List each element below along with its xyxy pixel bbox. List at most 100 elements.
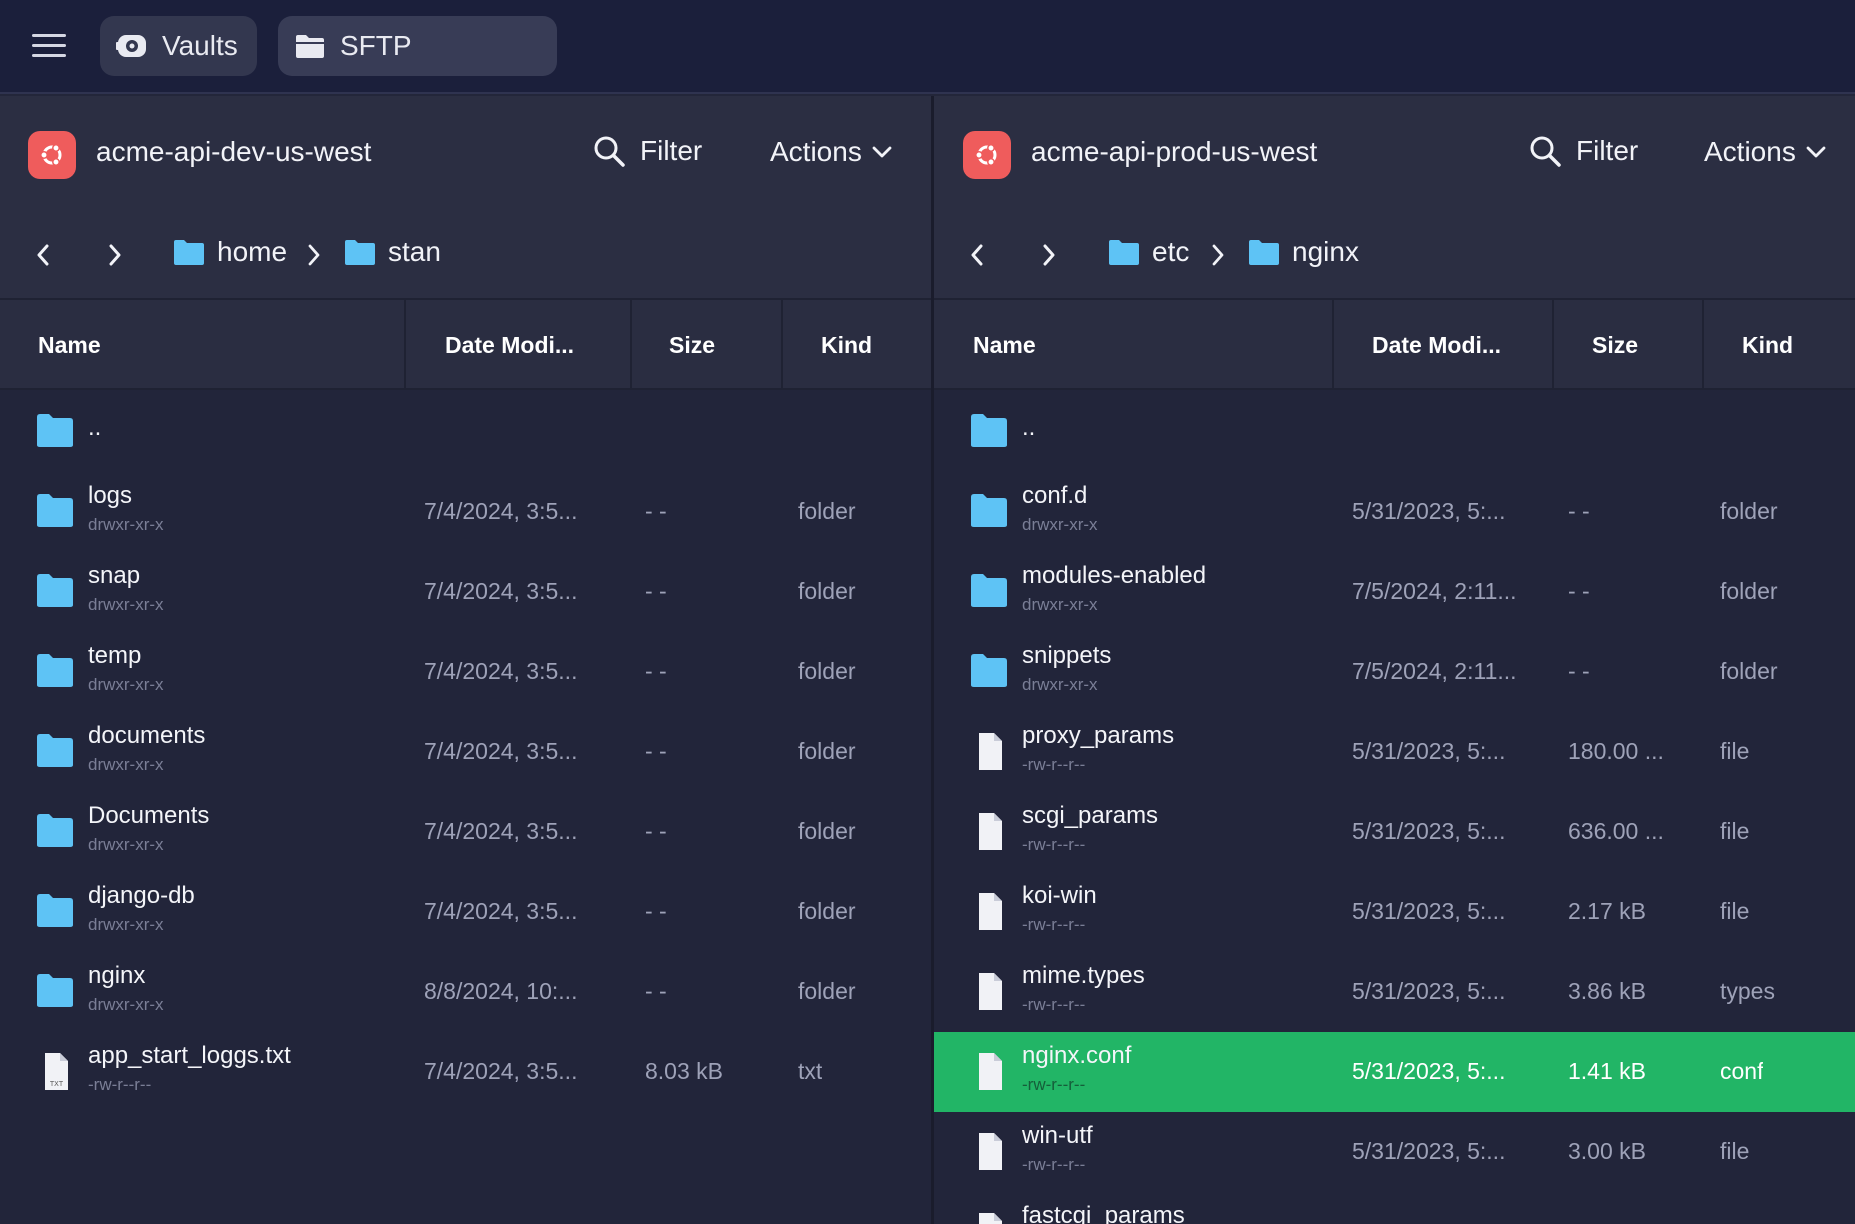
file-size: - - [645,738,667,764]
file-name: Documents [88,802,210,829]
tab-vaults[interactable]: Vaults [100,16,257,76]
column-resizer[interactable] [1552,300,1554,390]
date-modified: 5/31/2023, 5:... [1352,738,1506,764]
tab-sftp-label: SFTP [340,30,412,61]
ubuntu-icon [28,131,76,179]
svg-text:TXT: TXT [50,1081,64,1088]
parent-directory-row[interactable]: .. [0,392,931,472]
parent-directory-row[interactable]: .. [934,392,1855,472]
breadcrumb-nginx[interactable]: nginx [1248,236,1359,268]
column-resizer[interactable] [781,300,783,390]
table-row[interactable]: logs drwxr-xr-x 7/4/2024, 3:5... - - folder [0,472,931,552]
forward-button[interactable] [100,240,130,270]
file-kind: folder [1720,658,1778,684]
column-name[interactable]: Name [38,300,101,390]
actions-dropdown[interactable]: Actions [1704,136,1826,168]
filter-button[interactable]: Filter [1528,134,1638,168]
column-kind[interactable]: Kind [821,300,872,390]
file-kind: file [1720,898,1750,924]
folder-icon [970,412,1008,448]
left-panel: acme-api-dev-us-west Filter Actions home [0,96,931,1224]
date-modified: 7/4/2024, 3:5... [424,738,578,764]
table-row[interactable]: Documents drwxr-xr-x 7/4/2024, 3:5... - - fo… [0,792,931,872]
table-row[interactable]: snippets drwxr-xr-x 7/5/2024, 2:11... - - fo… [934,632,1855,712]
filter-button[interactable]: Filter [592,134,702,168]
file-name: scgi_params [1022,802,1159,829]
menu-icon[interactable] [32,32,66,58]
table-row[interactable]: django-db drwxr-xr-x 7/4/2024, 3:5... - - fo… [0,872,931,952]
breadcrumb-label: etc [1152,236,1190,267]
table-row[interactable]: modules-enabled drwxr-xr-x 7/5/2024, 2:11.… [934,552,1855,632]
table-row[interactable]: documents drwxr-xr-x 7/4/2024, 3:5... - - fo… [0,712,931,792]
date-modified: 7/5/2024, 2:11... [1352,658,1517,684]
folder-icon [36,812,74,848]
column-name[interactable]: Name [973,300,1036,390]
column-date[interactable]: Date Modi... [445,300,574,390]
file-size: - - [1568,498,1590,524]
date-modified: 7/4/2024, 3:5... [424,658,578,684]
forward-button[interactable] [1034,240,1064,270]
table-row[interactable]: temp drwxr-xr-x 7/4/2024, 3:5... - - folder [0,632,931,712]
column-resizer[interactable] [1702,300,1704,390]
file-name: snap [88,562,141,589]
file-size: - - [645,658,667,684]
table-row[interactable]: conf.d drwxr-xr-x 5/31/2023, 5:... - - folde… [934,472,1855,552]
table-row[interactable]: proxy_params -rw-r--r-- 5/31/2023, 5:... 18… [934,712,1855,792]
back-button[interactable] [28,240,58,270]
file-name: .. [1022,414,1036,441]
table-row[interactable]: win-utf -rw-r--r-- 5/31/2023, 5:... 3.00 kB… [934,1112,1855,1192]
table-row[interactable]: snap drwxr-xr-x 7/4/2024, 3:5... - - folder [0,552,931,632]
table-row[interactable]: nginx.conf -rw-r--r-- 5/31/2023, 5:... 1.41… [934,1032,1855,1112]
column-resizer[interactable] [1332,300,1334,390]
table-row[interactable]: scgi_params -rw-r--r-- 5/31/2023, 5:... 636… [934,792,1855,872]
file-kind: txt [798,1058,823,1084]
table-row[interactable]: koi-win -rw-r--r-- 5/31/2023, 5:... 2.17 kB… [934,872,1855,952]
table-header: Name Date Modi... Size Kind [0,300,931,390]
folder-icon [36,732,74,768]
file-kind: file [1720,1138,1750,1164]
folder-icon [36,972,74,1008]
file-size: 3.00 kB [1568,1138,1646,1164]
actions-dropdown[interactable]: Actions [770,136,892,168]
chevron-left-icon [971,244,983,266]
file-name: documents [88,722,206,749]
breadcrumb-home[interactable]: home [173,236,287,268]
tab-sftp[interactable]: SFTP [278,16,557,76]
breadcrumb-stan[interactable]: stan [344,236,441,268]
breadcrumb-etc[interactable]: etc [1108,236,1189,268]
actions-label: Actions [770,136,862,167]
file-permissions: drwxr-xr-x [88,675,164,694]
table-row[interactable]: mime.types -rw-r--r-- 5/31/2023, 5:... 3.86… [934,952,1855,1032]
host-header: acme-api-prod-us-west Filter Actions [934,96,1855,214]
column-resizer[interactable] [404,300,406,390]
date-modified: 5/31/2023, 5:... [1352,978,1506,1004]
text-file-icon: TXT [36,1052,74,1090]
file-size: - - [1568,658,1590,684]
folder-icon [36,412,74,448]
column-resizer[interactable] [630,300,632,390]
breadcrumb-label: stan [388,236,441,267]
file-permissions: drwxr-xr-x [88,595,164,614]
folder-icon [1109,240,1139,265]
back-button[interactable] [962,240,992,270]
breadcrumb-label: nginx [1292,236,1359,267]
right-panel: acme-api-prod-us-west Filter Actions etc [934,96,1855,1224]
file-size: - - [1568,578,1590,604]
file-kind: folder [798,498,856,524]
file-permissions: drwxr-xr-x [88,835,164,854]
file-permissions: -rw-r--r-- [1022,995,1086,1014]
column-date[interactable]: Date Modi... [1372,300,1501,390]
table-row[interactable]: fastcgi_params [934,1192,1855,1224]
file-size: 1.41 kB [1568,1058,1646,1084]
table-row[interactable]: nginx drwxr-xr-x 8/8/2024, 10:... - - folder [0,952,931,1032]
chevron-right-icon [1212,244,1224,266]
table-row[interactable]: TXT app_start_loggs.txt -rw-r--r-- 7/4/2024… [0,1032,931,1112]
file-name: temp [88,642,142,669]
tab-vaults-label: Vaults [162,30,238,61]
file-permissions: drwxr-xr-x [88,995,164,1014]
file-permissions: drwxr-xr-x [1022,515,1098,534]
date-modified: 5/31/2023, 5:... [1352,1138,1506,1164]
column-kind[interactable]: Kind [1742,300,1793,390]
column-size[interactable]: Size [1592,300,1638,390]
column-size[interactable]: Size [669,300,715,390]
